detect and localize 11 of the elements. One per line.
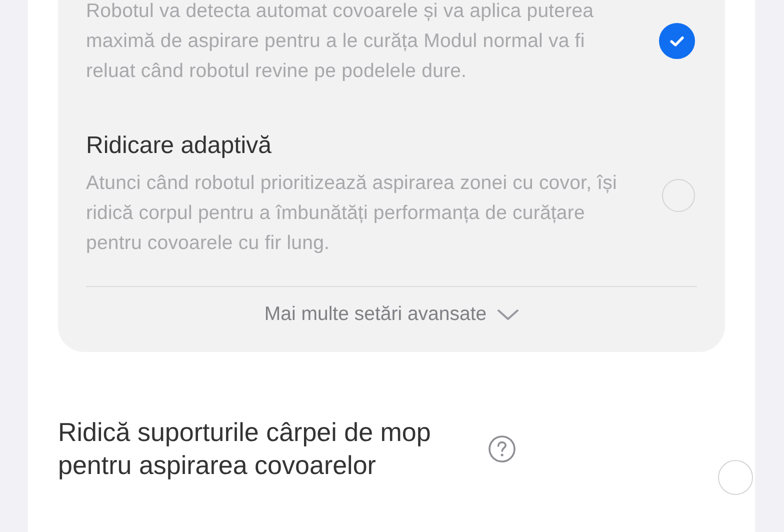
more-settings-button[interactable]: Mai multe setări avansate [262, 299, 521, 330]
chevron-down-icon [496, 308, 519, 320]
checked-radio-button[interactable] [659, 23, 695, 59]
setting-title: Ridică suporturile cârpei de mop pentru aspirarea covoarelor [58, 416, 432, 482]
option-description: Robotul va detecta automat covoarele și va aplica puterea maximă de aspirare pentru a le curăța Modul normal va fi reluat când robotul revine pe podelele dure. [86, 0, 595, 84]
option-title: Ridicare adaptivă [86, 132, 272, 160]
option-description: Atunci când robotul prioritizează aspirarea zonei cu covor, își ridică corpul pentru a îmbunătăți performanța de curățare pentru covoarele cu fir lung. [86, 171, 618, 256]
radio-button[interactable] [662, 178, 695, 212]
help-icon[interactable] [488, 434, 516, 462]
radio-button[interactable] [718, 460, 753, 495]
check-icon [670, 36, 684, 46]
